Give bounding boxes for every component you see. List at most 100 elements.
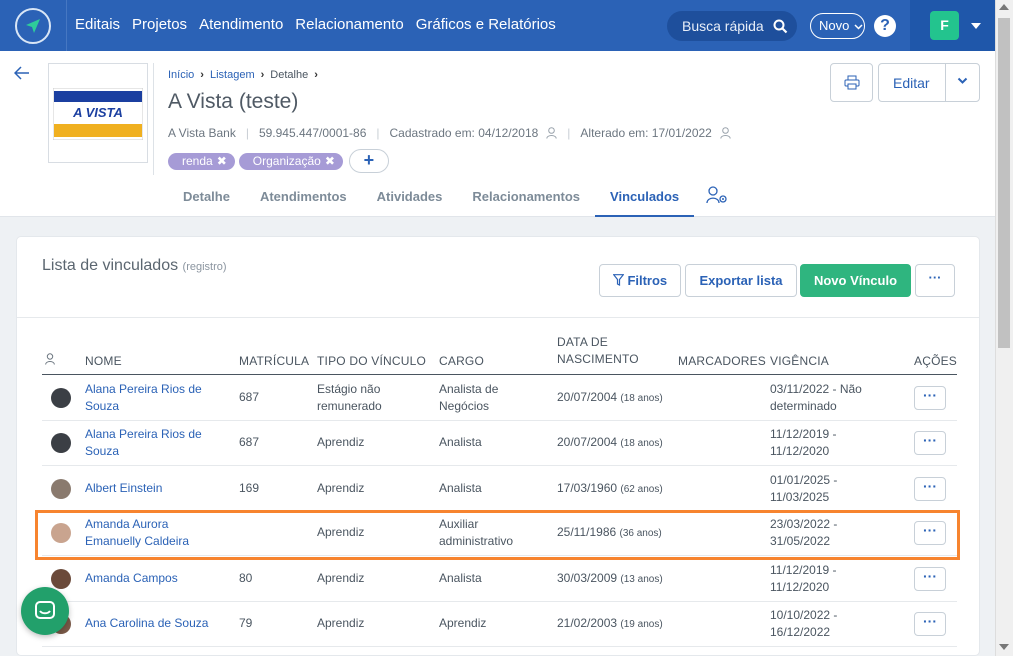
registration-cell: 687 <box>239 390 260 404</box>
tab-settings[interactable] <box>694 179 740 217</box>
tag-chip: renda ✖ <box>168 152 235 170</box>
tag-chip: Organização ✖ <box>238 152 343 170</box>
user-menu[interactable]: F <box>910 0 995 51</box>
tab-atendimentos[interactable]: Atendimentos <box>245 179 362 217</box>
print-button[interactable] <box>830 63 873 102</box>
breadcrumb-home-link[interactable]: Início <box>168 69 194 81</box>
novo-dropdown-button[interactable]: Novo <box>810 13 865 39</box>
table-row[interactable]: Albert Einstein 169 Aprendiz Analista 17/03/… <box>42 467 957 512</box>
link-type-cell: Aprendiz <box>317 616 365 630</box>
filter-icon <box>612 274 625 286</box>
row-actions-button[interactable]: ··· <box>914 612 946 636</box>
table-row[interactable]: Amanda Campos 80 Aprendiz Analista 30/03/200… <box>42 557 957 602</box>
link-type-cell: Aprendiz <box>317 571 365 585</box>
validity-cell: 01/01/2025 -11/03/2025 <box>770 473 838 504</box>
remove-tag-icon[interactable]: ✖ <box>325 154 335 168</box>
chevron-down-icon[interactable] <box>957 77 968 85</box>
birth-date-cell: 20/07/2004 (18 anos) <box>557 390 663 404</box>
user-icon <box>45 353 55 365</box>
panel-subtitle: (registro) <box>182 261 227 273</box>
user-icon <box>720 127 731 139</box>
back-arrow-icon[interactable] <box>14 66 30 80</box>
row-actions-button[interactable]: ··· <box>914 567 946 591</box>
table-row[interactable]: Alana Pereira Rios de Souza 687 Estágio não… <box>42 376 957 421</box>
row-actions-button[interactable]: ··· <box>914 431 946 455</box>
header-birth-date[interactable]: DATA DE NASCIMENTO <box>557 334 639 368</box>
remove-tag-icon[interactable]: ✖ <box>217 154 227 168</box>
header-registration[interactable]: MATRÍCULA <box>239 354 309 368</box>
panel-title: Lista de vinculados (registro) <box>42 257 227 275</box>
menu-relacionamento[interactable]: Relacionamento <box>295 16 403 33</box>
tab-atividades[interactable]: Atividades <box>362 179 458 217</box>
edit-split-button[interactable]: Editar <box>878 63 980 102</box>
header-link-type[interactable]: TIPO DO VÍNCULO <box>317 354 426 368</box>
person-avatar <box>51 433 71 453</box>
caret-down-icon <box>971 23 981 29</box>
chat-widget-button[interactable] <box>21 587 69 635</box>
row-actions-button[interactable]: ··· <box>914 386 946 410</box>
person-avatar <box>51 388 71 408</box>
scrollbar-thumb[interactable] <box>998 18 1010 348</box>
person-name-link[interactable]: Amanda Campos <box>85 570 178 587</box>
top-navbar: Editais Projetos Atendimento Relacioname… <box>0 0 995 51</box>
breadcrumb-list-link[interactable]: Listagem <box>210 69 255 81</box>
header-actions: AÇÕES <box>914 354 958 368</box>
person-name-link[interactable]: Alana Pereira Rios de Souza <box>85 381 202 415</box>
filters-label: Filtros <box>627 273 668 288</box>
header-name[interactable]: NOME <box>85 354 122 368</box>
person-name-link[interactable]: Albert Einstein <box>85 480 162 497</box>
table-row[interactable]: Alana Pereira Rios de Souza 687 Aprendiz Ana… <box>42 421 957 466</box>
role-cell: Analista <box>439 571 482 585</box>
quick-search-label: Busca rápida <box>682 18 764 34</box>
scroll-down-arrow-icon[interactable] <box>999 644 1009 650</box>
highlighted-row-outline <box>35 510 960 560</box>
role-cell: Analista <box>439 435 482 449</box>
user-icon <box>546 127 557 139</box>
a-vista-logo-image: A VISTA <box>53 88 143 140</box>
validity-cell: 11/12/2019 -11/12/2020 <box>770 563 837 594</box>
header-validity[interactable]: VIGÊNCIA <box>770 354 829 368</box>
export-list-button[interactable]: Exportar lista <box>685 264 797 297</box>
panel-divider <box>17 317 979 318</box>
menu-projetos[interactable]: Projetos <box>132 16 187 33</box>
tab-vinculados[interactable]: Vinculados <box>595 179 695 217</box>
help-icon[interactable]: ? <box>874 15 896 37</box>
breadcrumb: Início › Listagem › Detalhe › <box>168 69 318 81</box>
app-logo-icon[interactable] <box>15 8 51 44</box>
birth-date-cell: 21/02/2003 (19 anos) <box>557 616 663 630</box>
header-markers[interactable]: MARCADORES <box>678 354 766 368</box>
user-avatar: F <box>930 11 959 40</box>
person-name-link[interactable]: Alana Pereira Rios de Souza <box>85 426 202 460</box>
menu-editais[interactable]: Editais <box>75 16 120 33</box>
role-cell: Analista <box>439 481 482 495</box>
registration-cell: 80 <box>239 571 253 585</box>
svg-text:A VISTA: A VISTA <box>72 105 123 120</box>
edit-button-label[interactable]: Editar <box>893 75 930 91</box>
more-options-button[interactable]: ··· <box>915 264 955 297</box>
menu-atendimento[interactable]: Atendimento <box>199 16 283 33</box>
entity-tabs: Detalhe Atendimentos Atividades Relacion… <box>168 179 740 217</box>
person-name-link[interactable]: Ana Carolina de Souza <box>85 615 208 632</box>
registration-cell: 687 <box>239 435 260 449</box>
breadcrumb-current: Detalhe <box>270 69 309 81</box>
main-menu: Editais Projetos Atendimento Relacioname… <box>75 16 556 33</box>
novo-label: Novo <box>819 18 850 33</box>
linked-list-panel: Lista de vinculados (registro) Filtros E… <box>16 236 980 656</box>
new-link-button[interactable]: Novo Vínculo <box>800 264 911 297</box>
filters-button[interactable]: Filtros <box>599 264 681 297</box>
quick-search[interactable]: Busca rápida <box>667 11 797 41</box>
role-cell: Aprendiz <box>439 616 487 630</box>
entity-header: A VISTA Início › Listagem › Detalhe › A Vista… <box>0 51 995 217</box>
header-role[interactable]: CARGO <box>439 354 484 368</box>
tab-relacionamentos[interactable]: Relacionamentos <box>457 179 595 217</box>
add-tag-button[interactable]: + <box>348 149 389 173</box>
table-row[interactable]: Ana Carolina de Souza 79 Aprendiz Aprendiz 2… <box>42 602 957 647</box>
table-header: NOME MATRÍCULA TIPO DO VÍNCULO CARGO DAT… <box>42 329 957 375</box>
validity-cell: 10/10/2022 -16/12/2022 <box>770 608 838 639</box>
menu-graficos-relatorios[interactable]: Gráficos e Relatórios <box>416 16 556 33</box>
registration-cell: 169 <box>239 481 260 495</box>
tab-detalhe[interactable]: Detalhe <box>168 179 245 217</box>
chat-icon <box>35 601 55 619</box>
scroll-up-arrow-icon[interactable] <box>999 4 1009 10</box>
row-actions-button[interactable]: ··· <box>914 477 946 501</box>
